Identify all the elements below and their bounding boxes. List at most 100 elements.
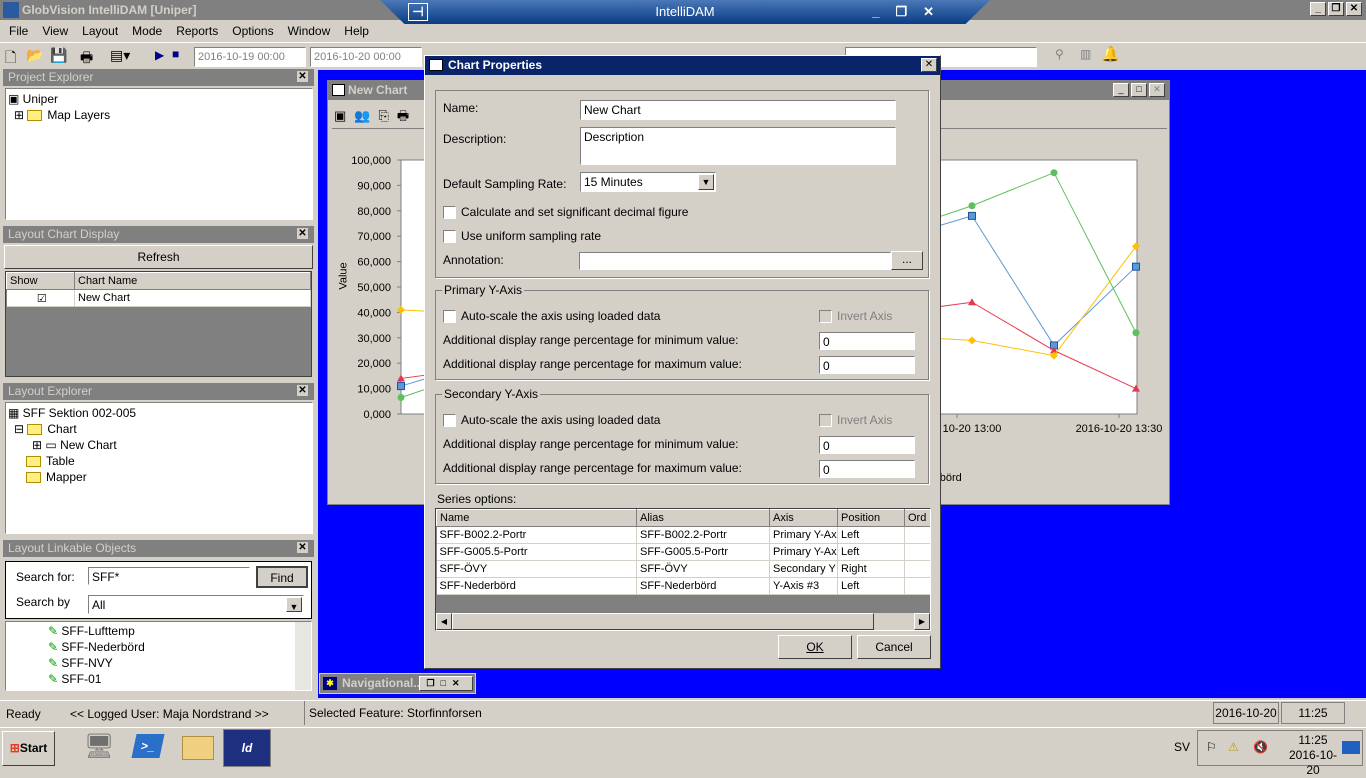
menu-file[interactable]: File — [9, 24, 28, 38]
col-position[interactable]: Position — [837, 509, 905, 527]
primary-max-input[interactable]: 0 — [819, 356, 915, 374]
pin-icon[interactable]: ⊣ — [408, 3, 428, 21]
cell-name[interactable]: SFF-Nederbörd — [436, 577, 637, 595]
list-item[interactable]: ✎ SFF-Lufttemp — [48, 623, 311, 639]
server-manager-icon[interactable]: 🖥 — [84, 732, 114, 761]
annotation-browse-button[interactable]: ... — [891, 251, 923, 270]
col-order[interactable]: Ord — [904, 509, 930, 527]
cell-axis[interactable]: Primary Y-Ax — [769, 543, 838, 561]
list-item[interactable]: ✎ SFF-Nederbörd — [48, 639, 311, 655]
close-icon[interactable]: ✕ — [297, 71, 308, 82]
clock[interactable]: 11:25 2016-10-20 — [1288, 733, 1338, 778]
tree-root[interactable]: ▣ Uniper — [8, 91, 310, 107]
cell-axis[interactable]: Y-Axis #3 — [769, 577, 838, 595]
cell-name[interactable]: SFF-B002.2-Portr — [436, 526, 637, 544]
col-axis[interactable]: Axis — [769, 509, 838, 527]
sampling-rate-select[interactable]: 15 Minutes ▼ — [580, 172, 716, 192]
cell-order[interactable]: 1 — [904, 526, 930, 544]
new-icon[interactable]: 🗋 — [5, 47, 16, 71]
search-by-select[interactable]: All ▼ — [88, 595, 304, 614]
series-row[interactable]: SFF-NederbördSFF-NederbördY-Axis #3Left4 — [436, 577, 930, 595]
list-item[interactable]: ✎ SFF-NVY — [48, 655, 311, 671]
alarm-bell-icon[interactable]: 🔔 — [1101, 45, 1120, 63]
cell-position[interactable]: Left — [837, 526, 905, 544]
navigational-window-minimized[interactable]: Navigational... ✱ ❐□✕ — [319, 673, 476, 694]
cell-position[interactable]: Left — [837, 543, 905, 561]
chevron-down-icon[interactable]: ▼ — [698, 174, 714, 190]
menu-help[interactable]: Help — [344, 24, 369, 38]
show-desktop-icon[interactable] — [1342, 741, 1360, 754]
start-button[interactable]: ⊞Start — [2, 731, 55, 766]
horizontal-scrollbar[interactable]: ◀ ▶ — [436, 613, 930, 630]
cell-name[interactable]: SFF-G005.5-Portr — [436, 543, 637, 561]
minimize-button[interactable]: _ — [1310, 2, 1326, 16]
secondary-max-input[interactable]: 0 — [819, 460, 915, 478]
tree-item-chart[interactable]: ⊟ Chart — [8, 421, 310, 437]
intellidam-taskbar-icon[interactable]: ld — [223, 729, 271, 767]
cell-name[interactable]: SFF-ÖVY — [436, 560, 637, 578]
series-row[interactable]: SFF-ÖVYSFF-ÖVYSecondary YRight3 — [436, 560, 930, 578]
tree-item-mapper[interactable]: Mapper — [8, 469, 310, 485]
print-icon[interactable]: 🖶 — [80, 47, 93, 71]
close-icon[interactable]: ✕ — [297, 542, 308, 553]
cancel-button[interactable]: Cancel — [857, 635, 931, 659]
powershell-icon[interactable]: >_ — [131, 734, 165, 758]
annotation-input[interactable] — [579, 252, 891, 270]
menu-window[interactable]: Window — [288, 24, 331, 38]
list-item[interactable]: ✎ SFF-01 — [48, 671, 311, 687]
layout-dropdown-icon[interactable]: ▤▾ — [110, 47, 130, 64]
end-date-field[interactable]: 2016-10-20 00:00 — [310, 47, 422, 67]
close-icon[interactable]: ✕ — [297, 385, 308, 396]
search-for-input[interactable]: SFF* — [88, 567, 250, 585]
open-icon[interactable]: 📂 — [26, 47, 43, 64]
calc-decimal-checkbox[interactable]: Calculate and set significant decimal fi… — [443, 205, 688, 220]
play-icon[interactable]: ▶ — [155, 48, 164, 62]
secondary-invert-checkbox[interactable]: Invert Axis — [819, 413, 892, 428]
secondary-min-input[interactable]: 0 — [819, 436, 915, 454]
refresh-button[interactable]: Refresh — [4, 245, 313, 269]
secondary-autoscale-checkbox[interactable]: Auto-scale the axis using loaded data — [443, 413, 660, 428]
tree-root[interactable]: ▦ SFF Sektion 002-005 — [8, 405, 310, 421]
save-icon[interactable]: 💾 — [50, 47, 67, 64]
cell-alias[interactable]: SFF-B002.2-Portr — [636, 526, 770, 544]
series-row[interactable]: SFF-B002.2-Portr SFF-B002.2-Portr Primary … — [436, 526, 930, 544]
series-row[interactable]: SFF-G005.5-Portr SFF-G005.5-Portr Primary … — [436, 543, 930, 561]
restore-button[interactable]: ❐ — [1328, 2, 1344, 16]
menu-options[interactable]: Options — [232, 24, 273, 38]
cell-order[interactable]: 2 — [904, 543, 930, 561]
dialog-close-button[interactable]: ✕ — [921, 58, 937, 72]
name-input[interactable]: New Chart — [580, 100, 896, 120]
find-button[interactable]: Find — [256, 566, 308, 588]
cell-axis[interactable]: Primary Y-Ax — [769, 526, 838, 544]
col-name[interactable]: Name — [436, 509, 637, 527]
language-indicator[interactable]: SV — [1174, 740, 1190, 754]
menu-reports[interactable]: Reports — [176, 24, 218, 38]
file-explorer-icon[interactable] — [182, 736, 214, 760]
chart-name-cell[interactable]: New Chart — [74, 289, 311, 307]
menu-mode[interactable]: Mode — [132, 24, 162, 38]
cell-order[interactable]: 3 — [904, 560, 930, 578]
close-button[interactable]: ✕ — [1346, 2, 1362, 16]
primary-min-input[interactable]: 0 — [819, 332, 915, 350]
window-controls[interactable]: ❐□✕ — [419, 676, 473, 691]
cell-position[interactable]: Right — [837, 560, 905, 578]
chevron-down-icon[interactable]: ▼ — [286, 597, 302, 612]
window-controls[interactable]: _❐✕ — [872, 0, 950, 24]
col-show[interactable]: Show — [6, 272, 75, 290]
col-alias[interactable]: Alias — [636, 509, 770, 527]
cell-axis[interactable]: Secondary Y — [769, 560, 838, 578]
show-checkbox[interactable]: ☑ — [6, 289, 75, 307]
primary-autoscale-checkbox[interactable]: Auto-scale the axis using loaded data — [443, 309, 660, 324]
tree-item-new-chart[interactable]: ⊞ ▭ New Chart — [8, 437, 310, 453]
cell-alias[interactable]: SFF-ÖVY — [636, 560, 770, 578]
menu-view[interactable]: View — [42, 24, 68, 38]
cell-alias[interactable]: SFF-G005.5-Portr — [636, 543, 770, 561]
ok-button[interactable]: OK — [778, 635, 852, 659]
cell-position[interactable]: Left — [837, 577, 905, 595]
cell-order[interactable]: 4 — [904, 577, 930, 595]
scrollbar[interactable] — [295, 622, 311, 690]
report-icon[interactable]: ▥ — [1080, 47, 1091, 61]
flag-icon[interactable]: ⚐ — [1206, 740, 1217, 754]
primary-invert-checkbox[interactable]: Invert Axis — [819, 309, 892, 324]
network-warning-icon[interactable]: ⚠ — [1228, 740, 1239, 754]
